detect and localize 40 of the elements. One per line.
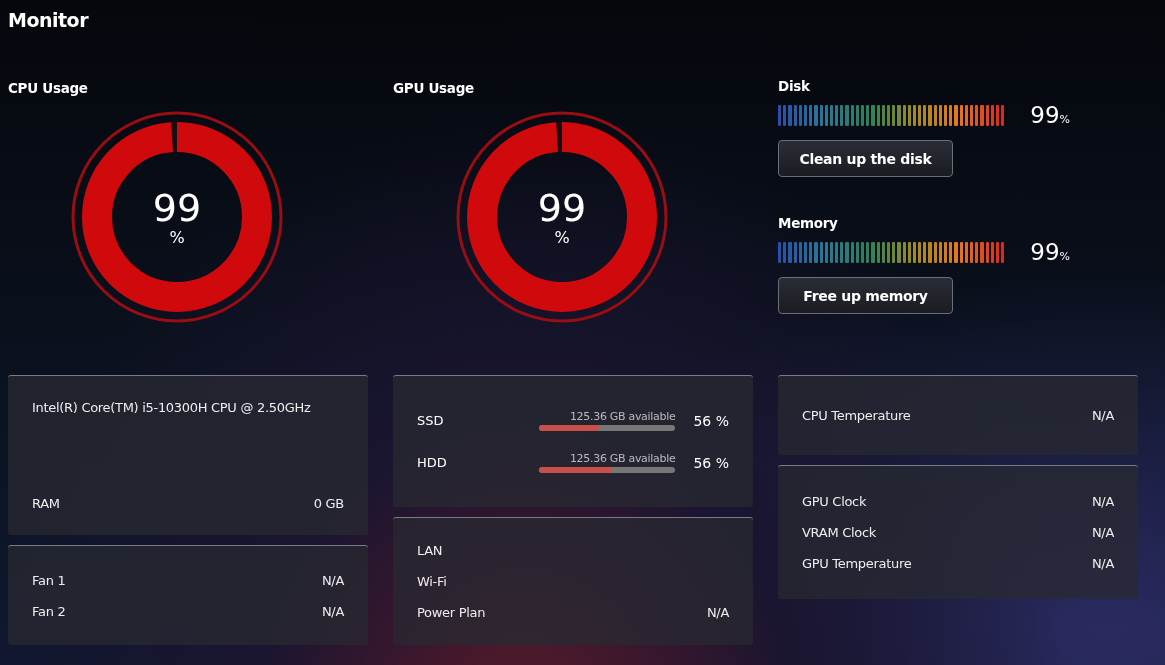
gauge-value: 99 — [152, 187, 202, 228]
info-label: GPU Temperature — [802, 556, 912, 571]
info-label: Fan 1 — [32, 572, 66, 588]
info-label: CPU Temperature — [802, 408, 911, 423]
info-label: GPU Clock — [802, 494, 867, 509]
info-value: N/A — [321, 603, 344, 619]
info-value: N/A — [321, 572, 344, 588]
info-label: LAN — [417, 543, 443, 558]
gauge-value: 99 — [537, 187, 587, 228]
page-title: Monitor — [8, 8, 90, 33]
drive-available: 125.36 GB available — [569, 410, 676, 423]
drive-percent: 56 % — [693, 412, 729, 429]
action-button[interactable]: Free up memory — [778, 277, 953, 314]
info-value: N/A — [1091, 408, 1114, 423]
info-label: RAM — [32, 496, 60, 511]
drive-label: HDD — [417, 455, 448, 470]
meter-label: Disk — [778, 78, 811, 94]
info-label: Wi-Fi — [417, 574, 447, 589]
drive-percent: 56 % — [693, 454, 729, 471]
cpu-name: Intel(R) Core(TM) i5-10300H CPU @ 2.50GHz — [32, 400, 312, 415]
action-button[interactable]: Clean up the disk — [778, 140, 953, 177]
meter-unit: % — [1059, 250, 1070, 263]
drive-label: SSD — [417, 413, 445, 428]
gauge-unit: % — [169, 227, 185, 247]
meter-unit: % — [1059, 113, 1070, 126]
info-value: N/A — [1091, 494, 1114, 509]
info-value: N/A — [706, 605, 729, 620]
gauge-label: GPU Usage — [393, 80, 475, 96]
info-label: VRAM Clock — [802, 525, 876, 540]
drive-available: 125.36 GB available — [569, 452, 676, 465]
meter-label: Memory — [778, 215, 839, 231]
info-label: Power Plan — [417, 605, 486, 620]
info-value: 0 GB — [313, 496, 344, 511]
gauge-unit: % — [554, 227, 570, 247]
gauge-label: CPU Usage — [8, 80, 89, 96]
meter-value: 99 — [1030, 239, 1060, 265]
info-value: N/A — [1091, 556, 1114, 571]
info-value: N/A — [1091, 525, 1114, 540]
meter-value: 99 — [1030, 102, 1060, 128]
info-label: Fan 2 — [32, 603, 66, 619]
